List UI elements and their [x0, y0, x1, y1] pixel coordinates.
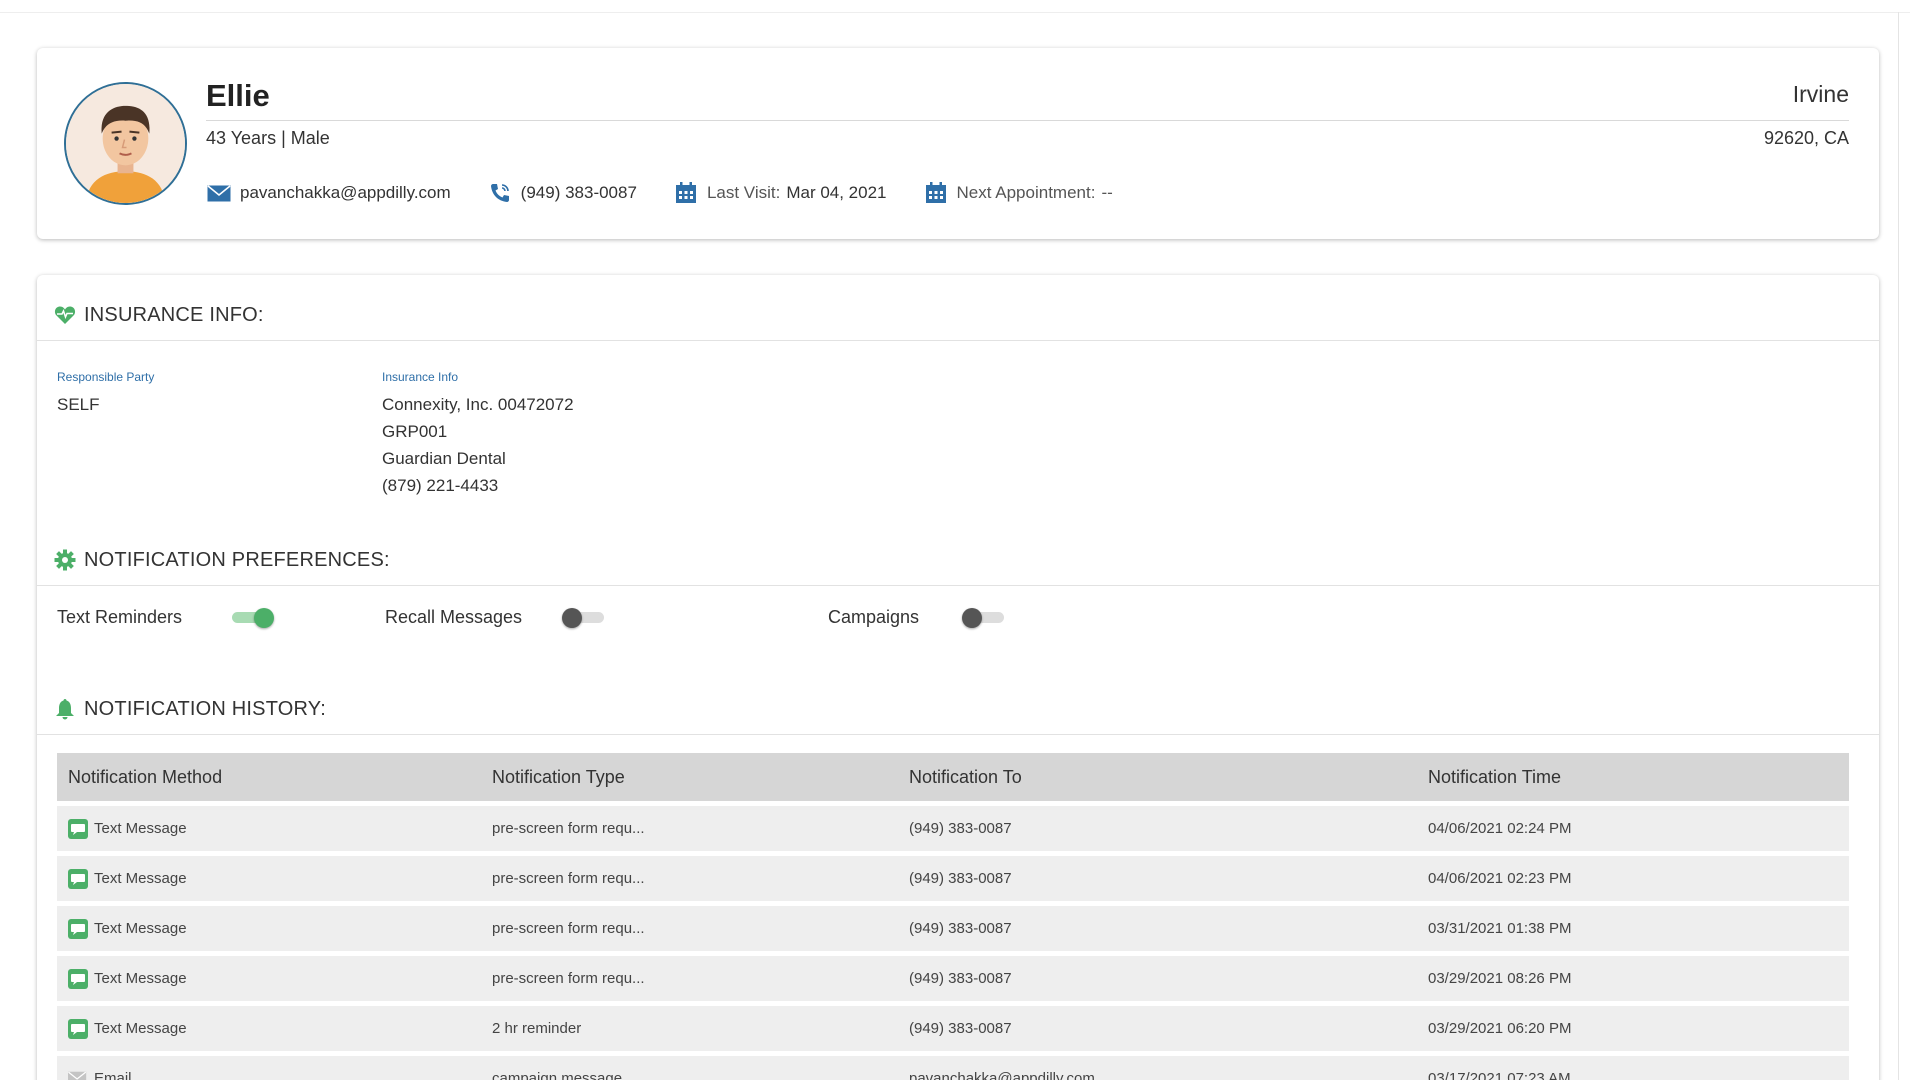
avatar-illustration-icon [66, 84, 185, 203]
preferences-section-header: NOTIFICATION PREFERENCES: [52, 547, 1879, 573]
pref-campaigns-label: Campaigns [828, 607, 920, 627]
row-type: pre-screen form requ... [492, 970, 645, 987]
row-method: Text Message [94, 920, 187, 937]
responsible-party-value: SELF [57, 395, 100, 414]
heart-pulse-icon [52, 302, 78, 328]
row-to: (949) 383-0087 [909, 920, 1012, 937]
email-icon [68, 1069, 88, 1080]
row-method: Text Message [94, 820, 187, 837]
insurance-info-label: Insurance Info [382, 370, 459, 384]
scroll-edge [1898, 12, 1899, 1080]
table-row[interactable]: Text Message pre-screen form requ... (94… [57, 906, 1849, 951]
row-time: 03/17/2021 07:23 AM [1428, 1070, 1571, 1080]
table-header: Notification Method Notification Type No… [57, 753, 1849, 801]
row-type: 2 hr reminder [492, 1020, 582, 1037]
calendar-icon [673, 181, 699, 205]
column-header-method[interactable]: Notification Method [57, 767, 492, 788]
row-time: 03/29/2021 06:20 PM [1428, 1020, 1572, 1037]
insurance-section-title: INSURANCE INFO: [84, 303, 264, 326]
envelope-icon [206, 181, 232, 205]
insurance-section-header: INSURANCE INFO: [52, 302, 1879, 328]
last-visit-value: Mar 04, 2021 [786, 183, 887, 202]
row-time: 04/06/2021 02:23 PM [1428, 870, 1572, 887]
row-to: (949) 383-0087 [909, 970, 1012, 987]
top-divider [0, 12, 1910, 13]
patient-name: Ellie [206, 78, 270, 113]
text-reminders-toggle[interactable] [230, 608, 274, 628]
patient-avatar [64, 82, 187, 205]
row-type: pre-screen form requ... [492, 920, 645, 937]
row-time: 03/31/2021 01:38 PM [1428, 920, 1572, 937]
history-section-header: NOTIFICATION HISTORY: [52, 696, 1879, 722]
notification-history-table: Notification Method Notification Type No… [57, 753, 1849, 1080]
row-type: campaign message [492, 1070, 623, 1080]
history-section-title: NOTIFICATION HISTORY: [84, 697, 327, 720]
sms-icon [68, 818, 88, 839]
column-header-type[interactable]: Notification Type [492, 767, 909, 788]
row-method: Text Message [94, 870, 187, 887]
table-row[interactable]: Text Message pre-screen form requ... (94… [57, 956, 1849, 1001]
row-method: Email [94, 1070, 132, 1080]
responsible-party-label: Responsible Party [57, 370, 155, 384]
row-time: 04/06/2021 02:24 PM [1428, 820, 1572, 837]
row-type: pre-screen form requ... [492, 870, 645, 887]
phone-icon [487, 181, 513, 205]
patient-profile-card: Ellie Irvine 43 Years | Male 92620, CA p… [37, 48, 1879, 239]
insurance-carrier: Connexity, Inc. 00472072 [382, 395, 574, 414]
calendar-icon [923, 181, 949, 205]
insurance-info-lines: Connexity, Inc. 00472072 GRP001 Guardian… [382, 391, 574, 499]
insurance-phone: (879) 221-4433 [382, 476, 499, 495]
recall-messages-toggle[interactable] [562, 608, 606, 628]
gear-icon [52, 547, 78, 573]
row-type: pre-screen form requ... [492, 820, 645, 837]
next-appointment: Next Appointment: -- [923, 181, 1119, 205]
row-to: (949) 383-0087 [909, 820, 1012, 837]
patient-details-card: INSURANCE INFO: Responsible Party SELF I… [37, 275, 1879, 1080]
sms-icon [68, 1018, 88, 1039]
sms-icon [68, 968, 88, 989]
row-to: pavanchakka@appdilly.com [909, 1070, 1095, 1080]
row-method: Text Message [94, 1020, 187, 1037]
sms-icon [68, 918, 88, 939]
row-time: 03/29/2021 08:26 PM [1428, 970, 1572, 987]
row-to: (949) 383-0087 [909, 870, 1012, 887]
insurance-group: GRP001 [382, 422, 448, 441]
patient-city: Irvine [1792, 81, 1849, 107]
next-appointment-value: -- [1101, 183, 1113, 202]
column-header-to[interactable]: Notification To [909, 767, 1428, 788]
last-visit-label: Last Visit: [706, 183, 781, 202]
profile-divider [206, 120, 1849, 121]
contact-phone[interactable]: (949) 383-0087 [487, 181, 637, 205]
table-row[interactable]: Text Message 2 hr reminder (949) 383-008… [57, 1006, 1849, 1051]
patient-contacts: pavanchakka@appdilly.com (949) 383-0087 … [206, 181, 1155, 205]
bell-icon [52, 696, 78, 722]
history-divider [37, 734, 1879, 735]
preferences-divider [37, 585, 1879, 586]
column-header-time[interactable]: Notification Time [1428, 767, 1849, 788]
pref-recall-messages-label: Recall Messages [385, 607, 523, 627]
table-row[interactable]: Text Message pre-screen form requ... (94… [57, 806, 1849, 851]
campaigns-toggle[interactable] [962, 608, 1006, 628]
insurance-plan: Guardian Dental [382, 449, 506, 468]
last-visit: Last Visit: Mar 04, 2021 [673, 181, 887, 205]
patient-age-gender: 43 Years | Male [206, 128, 330, 148]
table-row[interactable]: Text Message pre-screen form requ... (94… [57, 856, 1849, 901]
next-appointment-label: Next Appointment: [956, 183, 1096, 202]
patient-zip-state: 92620, CA [1763, 128, 1849, 148]
preferences-section-title: NOTIFICATION PREFERENCES: [84, 548, 390, 571]
table-row[interactable]: Email campaign message pavanchakka@appdi… [57, 1056, 1849, 1080]
sms-icon [68, 868, 88, 889]
pref-text-reminders-label: Text Reminders [57, 607, 183, 627]
contact-email-text: pavanchakka@appdilly.com [240, 183, 451, 202]
contact-phone-text: (949) 383-0087 [520, 183, 637, 202]
row-method: Text Message [94, 970, 187, 987]
insurance-divider [37, 340, 1879, 341]
row-to: (949) 383-0087 [909, 1020, 1012, 1037]
contact-email[interactable]: pavanchakka@appdilly.com [206, 181, 451, 205]
